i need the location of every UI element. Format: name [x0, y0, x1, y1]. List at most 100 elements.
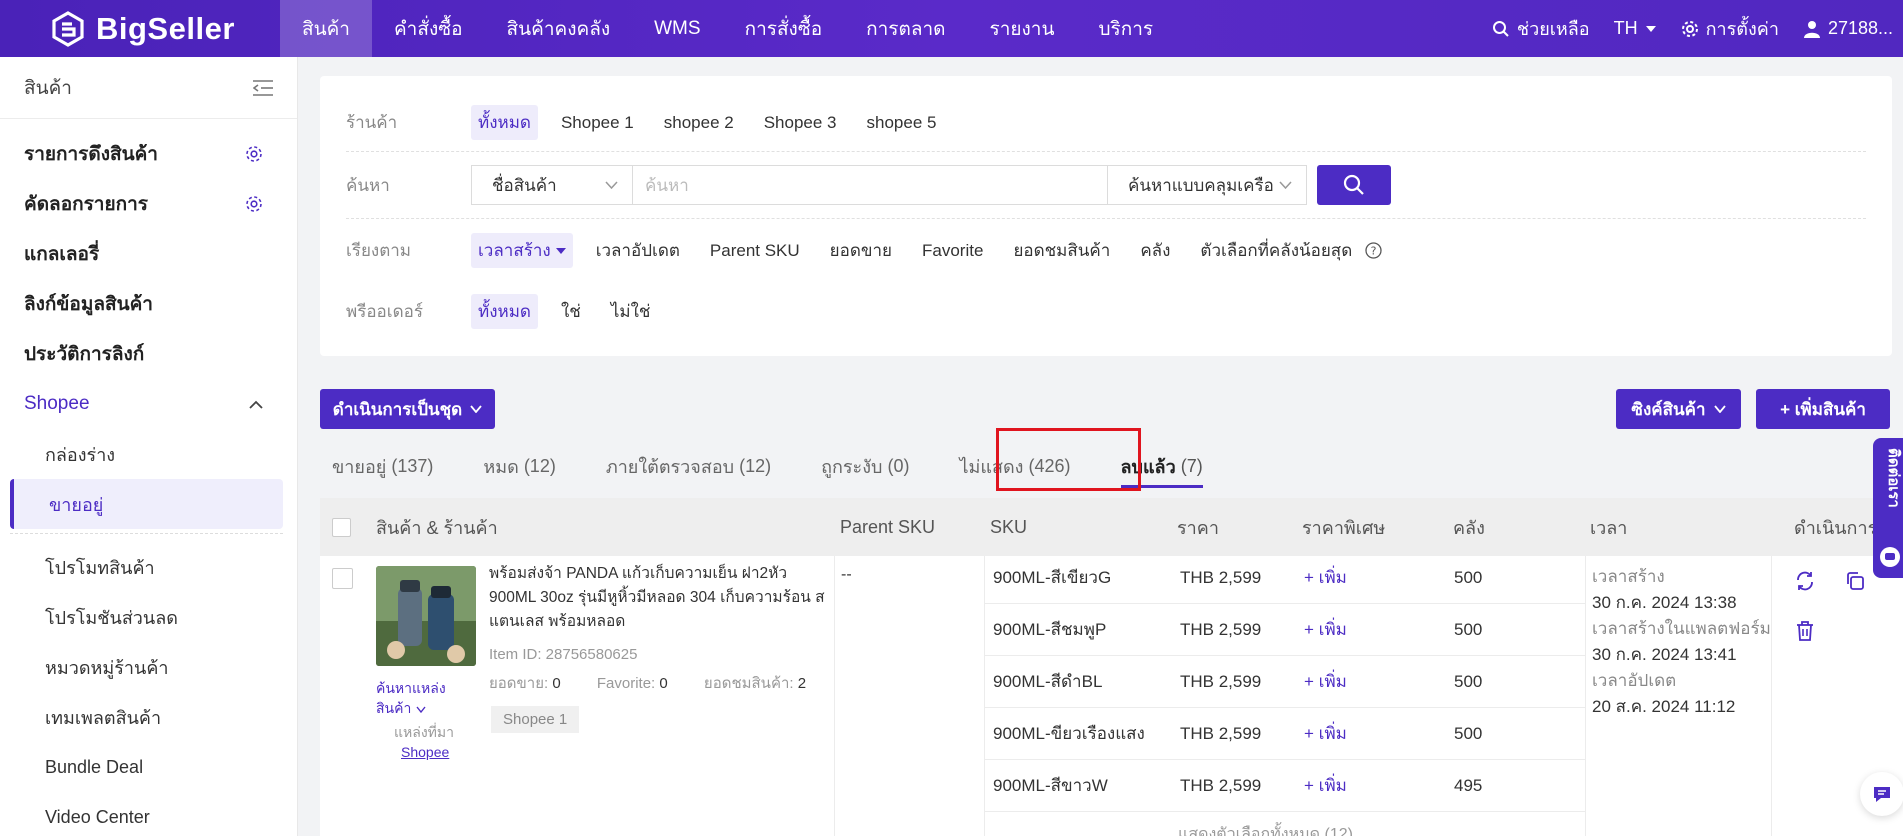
- add-special-price-link[interactable]: + เพิ่ม: [1304, 668, 1347, 695]
- sort-chip[interactable]: Favorite: [915, 237, 990, 265]
- store-chip[interactable]: Shopee 1: [554, 109, 641, 137]
- sort-chip[interactable]: ยอดขาย: [823, 233, 899, 268]
- sync-products-button[interactable]: ซิงค์สินค้า: [1616, 389, 1741, 429]
- settings-link[interactable]: การตั้งค่า: [1681, 14, 1779, 43]
- filter-panel: ร้านค้า ทั้งหมด Shopee 1 shopee 2 Shopee…: [320, 76, 1892, 356]
- sidebar-item-template[interactable]: เทมเพลตสินค้า: [0, 692, 297, 742]
- help-circle-icon[interactable]: ?: [1365, 242, 1382, 259]
- nav-orders[interactable]: คำสั่งซื้อ: [372, 0, 485, 57]
- chevron-down-icon: [1713, 405, 1726, 413]
- tab-banned[interactable]: ถูกระงับ (0): [809, 438, 909, 494]
- nav-services[interactable]: บริการ: [1076, 0, 1175, 57]
- sort-chip-created[interactable]: เวลาสร้าง: [471, 233, 573, 268]
- sort-chip[interactable]: คลัง: [1133, 233, 1177, 268]
- sync-products-label: ซิงค์สินค้า: [1631, 399, 1706, 419]
- tab-active[interactable]: ขายอยู่ (137): [320, 438, 433, 494]
- sidebar-section-shopee[interactable]: Shopee: [0, 379, 297, 429]
- add-special-price-link[interactable]: + เพิ่ม: [1304, 720, 1347, 747]
- brand-name: BigSeller: [96, 10, 235, 46]
- sku-stock: 500: [1454, 619, 1483, 639]
- show-all-variants-link[interactable]: แสดงตัวเลือกทั้งหมด (12): [1178, 822, 1353, 836]
- bulk-actions-button[interactable]: ดำเนินการเป็นชุด: [320, 389, 495, 429]
- nav-products[interactable]: สินค้า: [280, 0, 372, 57]
- tab-sold-out[interactable]: หมด (12): [471, 438, 555, 494]
- sort-chip[interactable]: เวลาอัปเดต: [589, 233, 687, 268]
- nav-inventory[interactable]: สินค้าคงคลัง: [485, 0, 633, 57]
- sidebar-item-bundle-deal[interactable]: Bundle Deal: [0, 742, 297, 792]
- brand-logo[interactable]: BigSeller: [0, 0, 280, 57]
- find-source-link[interactable]: ค้นหาแหล่งสินค้า: [376, 678, 446, 718]
- sidebar-item-copy-listings[interactable]: คัดลอกรายการ: [0, 179, 297, 229]
- chevron-down-icon: [470, 405, 482, 413]
- preorder-chip-no[interactable]: ไม่ใช่: [604, 294, 658, 329]
- message-icon: [1874, 787, 1890, 802]
- sidebar-item-promote[interactable]: โปรโมทสินค้า: [0, 542, 297, 592]
- store-chip-all[interactable]: ทั้งหมด: [471, 105, 538, 140]
- sidebar-item-link-history[interactable]: ประวัติการลิงก์: [0, 329, 297, 379]
- sales-value: 0: [552, 675, 561, 692]
- svg-text:?: ?: [1371, 245, 1377, 258]
- preorder-chip-yes[interactable]: ใช่: [554, 294, 588, 329]
- help-label: ช่วยเหลือ: [1516, 19, 1590, 39]
- sidebar-item-discount[interactable]: โปรโมชันส่วนลด: [0, 592, 297, 642]
- add-special-price-link[interactable]: + เพิ่ม: [1304, 564, 1347, 591]
- sort-chip[interactable]: ตัวเลือกที่คลังน้อยสุด: [1193, 233, 1359, 268]
- search-field-select[interactable]: ชื่อสินค้า: [471, 165, 633, 205]
- nav-reports[interactable]: รายงาน: [968, 0, 1077, 57]
- select-all-checkbox[interactable]: [332, 498, 351, 556]
- chevron-up-icon: [249, 400, 263, 409]
- help-link[interactable]: ช่วยเหลือ: [1492, 14, 1590, 43]
- sidebar-item-shop-category[interactable]: หมวดหมู่ร้านค้า: [0, 642, 297, 692]
- origin-link[interactable]: Shopee: [401, 744, 449, 760]
- nav-marketing[interactable]: การตลาด: [844, 0, 967, 57]
- sync-icon[interactable]: [1794, 570, 1816, 592]
- collapse-menu-icon[interactable]: [253, 79, 273, 96]
- updated-value: 20 ส.ค. 2024 11:12: [1592, 697, 1736, 716]
- store-chip[interactable]: shopee 2: [657, 109, 741, 137]
- product-image[interactable]: [376, 566, 476, 666]
- sidebar-item-pull-listings[interactable]: รายการดึงสินค้า: [0, 129, 297, 179]
- store-chip[interactable]: shopee 5: [860, 109, 944, 137]
- search-field-value: ชื่อสินค้า: [492, 175, 557, 195]
- sort-chip[interactable]: ยอดชมสินค้า: [1006, 233, 1117, 268]
- nav-purchase[interactable]: การสั่งซื้อ: [723, 0, 845, 57]
- product-title[interactable]: พร้อมส่งจ้า PANDA แก้วเก็บความเย็น ฝา2หั…: [489, 562, 829, 634]
- sidebar-item-product-link[interactable]: ลิงก์ข้อมูลสินค้า: [0, 279, 297, 329]
- created-value: 30 ก.ค. 2024 13:38: [1592, 593, 1737, 612]
- tab-under-review[interactable]: ภายใต้ตรวจสอบ (12): [594, 438, 771, 494]
- contact-us-side-tab[interactable]: ติดต่อเรา: [1873, 438, 1903, 578]
- search-button[interactable]: [1317, 165, 1391, 205]
- product-bottles-image: [376, 566, 476, 666]
- search-mode-select[interactable]: ค้นหาแบบคลุมเครือ: [1107, 165, 1307, 205]
- copy-icon[interactable]: [1844, 570, 1866, 592]
- sidebar-item-gallery[interactable]: แกลเลอรี่: [0, 229, 297, 279]
- header-stock: คลัง: [1453, 517, 1485, 538]
- sidebar-item-video-center[interactable]: Video Center: [0, 792, 297, 836]
- trash-icon[interactable]: [1794, 620, 1816, 642]
- search-box: ชื่อสินค้า ค้นหา ค้นหาแบบคลุมเครือ: [471, 165, 1391, 205]
- gear-icon[interactable]: [245, 195, 263, 213]
- chat-icon: [1880, 547, 1900, 567]
- header-actions: ดำเนินการ: [1794, 517, 1878, 538]
- preorder-chip-all[interactable]: ทั้งหมด: [471, 294, 538, 329]
- nav-wms[interactable]: WMS: [632, 0, 722, 57]
- add-product-button[interactable]: + เพิ่มสินค้า: [1756, 389, 1890, 429]
- sidebar-item-drafts[interactable]: กล่องร่าง: [0, 429, 297, 479]
- gear-icon[interactable]: [245, 145, 263, 163]
- sidebar: สินค้า รายการดึงสินค้า คัดลอกรายการ แกลเ…: [0, 57, 298, 836]
- sku-code: 900ML-สีดำBL: [993, 672, 1103, 691]
- add-special-price-link[interactable]: + เพิ่ม: [1304, 616, 1347, 643]
- language-select[interactable]: TH: [1614, 18, 1657, 39]
- sidebar-item-active-listings[interactable]: ขายอยู่: [10, 479, 283, 529]
- user-menu[interactable]: 27188...: [1803, 18, 1893, 39]
- time-info: เวลาสร้าง 30 ก.ค. 2024 13:38 เวลาสร้างใน…: [1592, 564, 1771, 720]
- sort-chip[interactable]: Parent SKU: [703, 237, 807, 265]
- sidebar-item-label: ประวัติการลิงก์: [24, 344, 145, 365]
- search-input[interactable]: ค้นหา: [633, 165, 1107, 205]
- sidebar-item-label: รายการดึงสินค้า: [24, 144, 158, 165]
- store-chip[interactable]: Shopee 3: [757, 109, 844, 137]
- sku-code: 900ML-สีชมพูP: [993, 620, 1107, 639]
- add-special-price-link[interactable]: + เพิ่ม: [1304, 772, 1347, 799]
- row-checkbox[interactable]: [332, 568, 353, 589]
- floating-chat-button[interactable]: [1860, 772, 1903, 816]
